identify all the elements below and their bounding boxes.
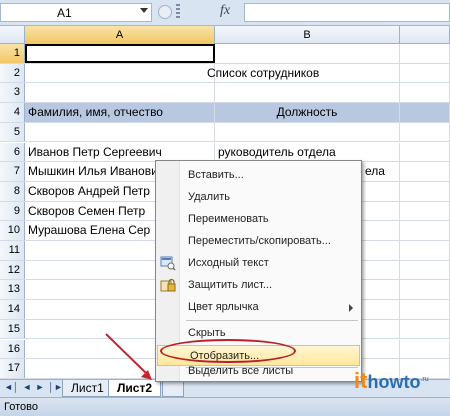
last-sheet-icon[interactable]: │► [48, 382, 63, 392]
formula-cancel-icon[interactable] [158, 5, 172, 19]
row-header[interactable]: 9 [0, 201, 25, 221]
menu-item-label: Выделить все листы [188, 365, 294, 377]
row-header[interactable]: 7 [0, 162, 25, 181]
row-header[interactable]: 14 [0, 300, 25, 319]
cell-a1[interactable] [25, 44, 215, 63]
menu-item-label: Удалить [188, 191, 230, 203]
menu-item-move-copy[interactable]: Переместить/скопировать... [156, 231, 361, 252]
cell-c6[interactable] [400, 142, 450, 162]
cell-b2[interactable]: Список сотрудников [207, 63, 400, 83]
row-header[interactable]: 1 [0, 44, 25, 63]
view-code-icon [160, 256, 176, 271]
cell-c10[interactable] [400, 221, 450, 240]
menu-item-label: Защитить лист... [188, 279, 273, 291]
cell-c11[interactable] [400, 241, 450, 260]
logo-howto: howto [367, 372, 421, 392]
row-header[interactable]: 6 [0, 142, 25, 162]
menu-item-tab-color[interactable]: Цвет ярлычка [156, 297, 361, 318]
sheet-tab-2[interactable]: Лист2 [108, 380, 162, 397]
cell-c4[interactable] [400, 103, 450, 122]
cell-c8[interactable] [400, 181, 450, 201]
cell-a5[interactable] [25, 122, 215, 142]
cell-a6[interactable]: Иванов Петр Сергеевич [25, 142, 215, 162]
cell-b4[interactable]: Должность [215, 103, 400, 122]
row-header[interactable]: 17 [0, 359, 25, 378]
column-header-c[interactable] [400, 26, 450, 44]
row-header[interactable]: 15 [0, 319, 25, 339]
menu-item-label: Исходный текст [188, 257, 269, 269]
name-box[interactable]: A1 [0, 3, 152, 22]
cell-c1[interactable] [400, 44, 450, 63]
menu-item-label: Цвет ярлычка [188, 301, 259, 313]
logo-suffix: .ru [420, 376, 429, 383]
column-header-b[interactable]: B [215, 26, 400, 44]
row-header[interactable]: 2 [0, 63, 25, 83]
menu-item-label: Переместить/скопировать... [188, 235, 331, 247]
menu-item-insert[interactable]: Вставить... [156, 165, 361, 186]
menu-item-label: Вставить... [188, 169, 244, 181]
formula-bar-splitter[interactable] [176, 4, 180, 20]
prev-sheet-icon[interactable]: ◄ [23, 382, 32, 392]
ithowto-logo: ithowto.ru [354, 368, 429, 394]
cell-c2[interactable] [400, 63, 450, 83]
cell-b5[interactable] [215, 122, 400, 142]
cell-a3[interactable] [25, 83, 215, 103]
formula-input[interactable] [244, 3, 450, 22]
cell-c15[interactable] [400, 319, 450, 339]
lock-icon [160, 278, 176, 292]
highlight-oval [160, 339, 296, 363]
formula-bar: A1 fx [0, 0, 450, 26]
row-4: 4 Фамилия, имя, отчество Должность [0, 103, 450, 123]
row-2: 2 Список сотрудников [0, 63, 450, 84]
status-text: Готово [4, 401, 38, 413]
row-header[interactable]: 11 [0, 241, 25, 260]
menu-item-label: Скрыть [188, 327, 226, 339]
row-header[interactable]: 3 [0, 83, 25, 103]
cell-c5[interactable] [400, 122, 450, 142]
row-header[interactable]: 8 [0, 181, 25, 201]
menu-item-view-code[interactable]: Исходный текст [156, 253, 361, 274]
cell-c12[interactable] [400, 260, 450, 280]
menu-item-protect-sheet[interactable]: Защитить лист... [156, 275, 361, 296]
menu-item-label: Переименовать [188, 213, 269, 225]
status-bar: Готово [0, 397, 450, 416]
cell-b3[interactable] [215, 83, 400, 103]
sheet-tab-1[interactable]: Лист1 [62, 380, 113, 397]
row-header[interactable]: 4 [0, 103, 25, 122]
cell-a2[interactable] [25, 63, 215, 83]
cell-a4[interactable]: Фамилия, имя, отчество [25, 103, 215, 122]
row-header[interactable]: 5 [0, 122, 25, 142]
submenu-arrow-icon [349, 304, 353, 312]
menu-item-select-all-sheets[interactable]: Выделить все листы [156, 361, 361, 382]
select-all-corner[interactable] [0, 26, 25, 44]
name-box-dropdown-icon[interactable] [140, 8, 148, 13]
cell-c7[interactable] [400, 162, 450, 181]
insert-function-icon[interactable]: fx [220, 3, 230, 19]
row-5: 5 [0, 122, 450, 143]
logo-it: it [354, 368, 368, 393]
cell-b6[interactable]: руководитель отдела [215, 142, 400, 162]
column-headers: A B [0, 26, 450, 44]
cell-c16[interactable] [400, 339, 450, 359]
menu-separator [186, 320, 358, 321]
cell-c14[interactable] [400, 300, 450, 319]
insert-sheet-icon[interactable] [162, 380, 184, 397]
cell-c9[interactable] [400, 201, 450, 221]
row-3: 3 [0, 83, 450, 104]
next-sheet-icon[interactable]: ► [35, 382, 44, 392]
cell-b1[interactable] [215, 44, 400, 63]
row-header[interactable]: 10 [0, 221, 25, 240]
cell-c13[interactable] [400, 280, 450, 300]
first-sheet-icon[interactable]: ◄│ [4, 382, 19, 392]
menu-item-rename[interactable]: Переименовать [156, 209, 361, 230]
row-header[interactable]: 13 [0, 280, 25, 300]
row-header[interactable]: 16 [0, 339, 25, 359]
sheet-nav-buttons: ◄│ ◄ ► │► [4, 382, 63, 392]
row-header[interactable]: 12 [0, 260, 25, 280]
column-header-a[interactable]: A [25, 26, 215, 44]
row-1: 1 [0, 44, 450, 64]
menu-item-delete[interactable]: Удалить [156, 187, 361, 208]
cell-c3[interactable] [400, 83, 450, 103]
